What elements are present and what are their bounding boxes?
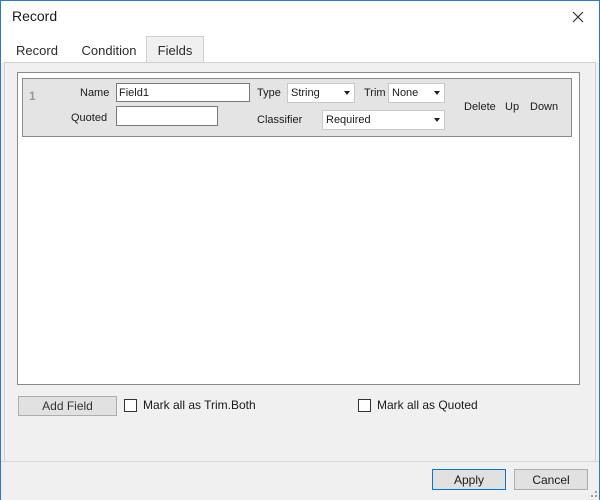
apply-button[interactable]: Apply (432, 469, 506, 490)
classifier-select[interactable]: Required (322, 110, 445, 130)
record-dialog: Record Record Condition Fields 1 Name Qu… (0, 0, 600, 500)
mark-quoted-checkbox[interactable]: Mark all as Quoted (358, 398, 478, 412)
chevron-down-icon (434, 118, 440, 122)
chevron-down-icon (434, 91, 440, 95)
mark-trim-label: Mark all as Trim.Both (143, 398, 256, 412)
tab-strip: Record Condition Fields (1, 33, 599, 64)
add-field-button[interactable]: Add Field (18, 396, 117, 416)
name-field[interactable] (116, 83, 250, 102)
mark-trim-checkbox[interactable]: Mark all as Trim.Both (124, 398, 256, 412)
name-label: Name (80, 87, 110, 99)
down-button[interactable]: Down (530, 101, 558, 113)
resize-grip-icon[interactable] (587, 487, 597, 497)
chevron-down-icon (344, 91, 350, 95)
cancel-button[interactable]: Cancel (514, 469, 588, 490)
title-bar: Record (1, 1, 599, 33)
classifier-label: Classifier (257, 114, 303, 126)
tab-record[interactable]: Record (7, 37, 67, 63)
quoted-field[interactable] (116, 106, 218, 126)
field-row: 1 Name Quoted Type String Trim None Clas… (22, 78, 572, 137)
classifier-value: Required (326, 114, 371, 126)
mark-quoted-label: Mark all as Quoted (377, 398, 478, 412)
type-select[interactable]: String (287, 83, 355, 103)
trim-select[interactable]: None (388, 83, 445, 103)
tab-fields[interactable]: Fields (146, 36, 204, 64)
close-icon (572, 11, 584, 23)
field-number: 1 (29, 89, 36, 103)
type-label: Type (257, 87, 281, 99)
trim-value: None (392, 87, 419, 99)
close-button[interactable] (563, 3, 593, 31)
tab-condition[interactable]: Condition (73, 37, 145, 63)
type-value: String (291, 87, 320, 99)
trim-label: Trim (364, 87, 386, 99)
checkbox-box[interactable] (358, 398, 371, 412)
up-button[interactable]: Up (505, 101, 519, 113)
delete-button[interactable]: Delete (464, 101, 496, 113)
checkbox-box[interactable] (124, 398, 137, 412)
dialog-footer (1, 461, 599, 500)
window-title: Record (12, 8, 58, 24)
quoted-label: Quoted (71, 112, 108, 124)
